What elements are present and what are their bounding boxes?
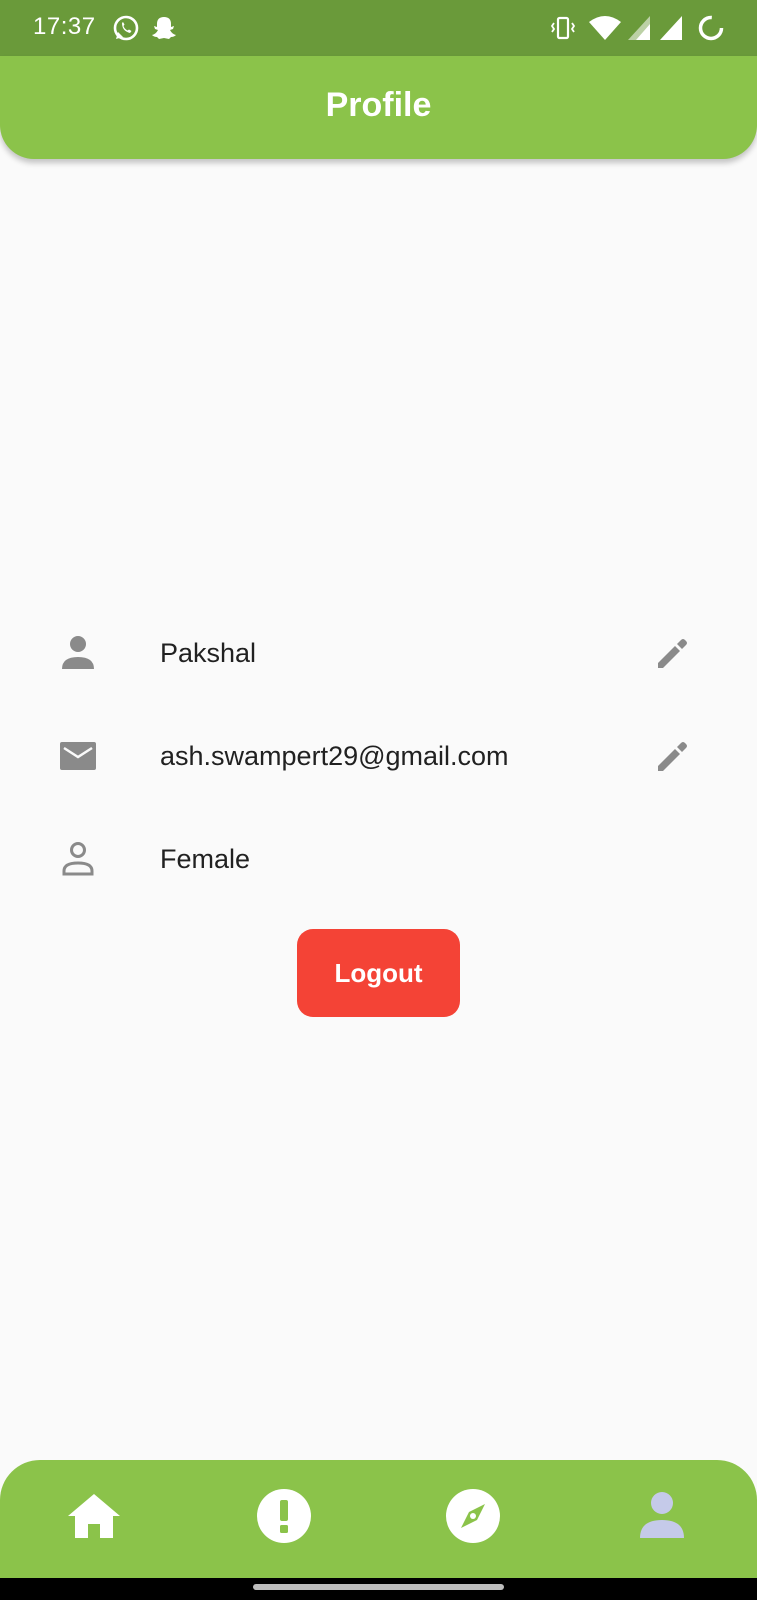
- edit-email-button[interactable]: [652, 735, 694, 777]
- edit-name-button[interactable]: [652, 632, 694, 674]
- wifi-icon: [589, 16, 621, 40]
- gender-row: Female: [0, 829, 757, 889]
- gender-value: Female: [160, 844, 251, 874]
- vibrate-icon: [550, 16, 576, 40]
- status-time: 17:37: [33, 13, 96, 40]
- edit-icon: [658, 639, 687, 668]
- system-nav-bar: [0, 1578, 757, 1600]
- name-value: Pakshal: [160, 638, 257, 668]
- nav-alerts-button[interactable]: [254, 1486, 314, 1546]
- home-icon: [68, 1494, 120, 1538]
- logout-button[interactable]: Logout: [297, 929, 460, 1017]
- battery-charging-icon: [698, 15, 724, 41]
- email-row: ash.swampert29@gmail.com: [0, 726, 757, 786]
- person-icon: [640, 1492, 684, 1538]
- explore-icon: [446, 1489, 500, 1543]
- gesture-handle[interactable]: [253, 1584, 504, 1590]
- nav-profile-button[interactable]: [632, 1486, 692, 1546]
- status-bar: 17:37: [0, 0, 757, 56]
- name-row: Pakshal: [0, 623, 757, 683]
- whatsapp-icon: [113, 15, 139, 41]
- email-value: ash.swampert29@gmail.com: [160, 741, 509, 771]
- snapchat-icon: [152, 17, 176, 39]
- nav-explore-button[interactable]: [443, 1486, 503, 1546]
- page-title: Profile: [325, 86, 432, 124]
- person-icon: [62, 636, 94, 669]
- nav-home-button[interactable]: [64, 1486, 124, 1546]
- edit-icon: [658, 742, 687, 771]
- signal-icon: [660, 16, 682, 40]
- person-outline-icon: [62, 842, 94, 876]
- app-bar: Profile: [0, 56, 757, 159]
- email-icon: [60, 742, 96, 770]
- bottom-nav: [0, 1460, 757, 1578]
- signal-icon: [628, 16, 650, 40]
- alert-icon: [257, 1489, 311, 1543]
